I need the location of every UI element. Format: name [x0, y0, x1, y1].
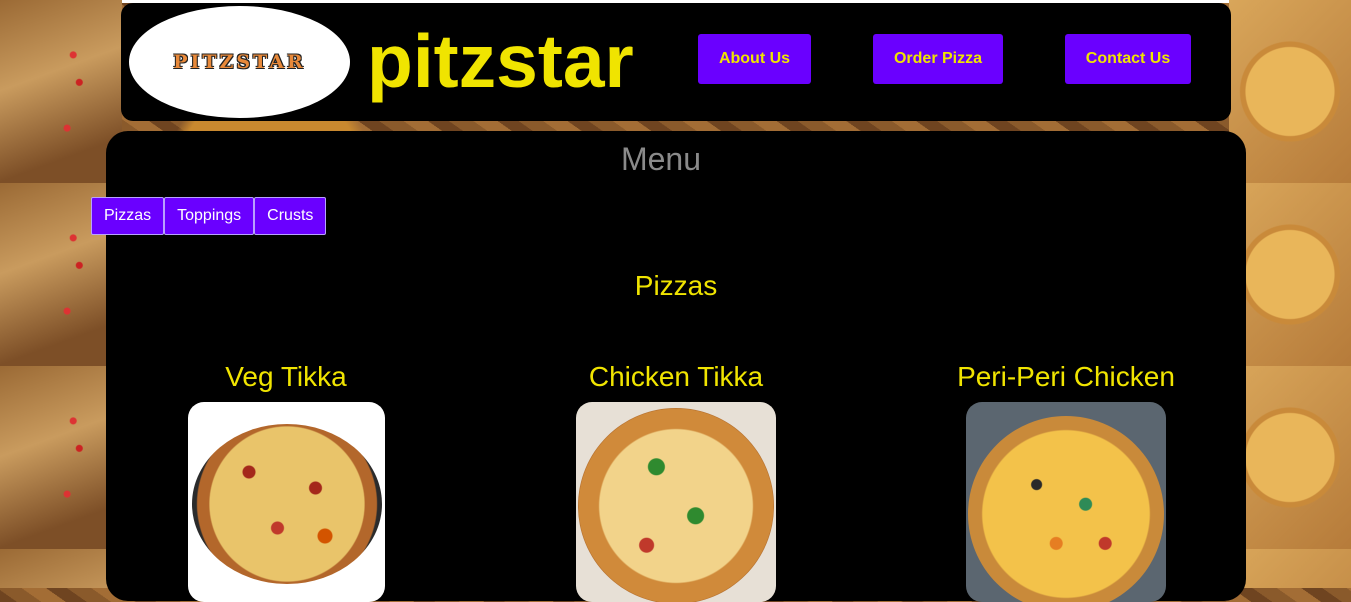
- order-pizza-button[interactable]: Order Pizza: [873, 34, 1003, 84]
- logo-text: PITZSTAR: [173, 51, 306, 73]
- site-title: pitzstar: [367, 19, 634, 103]
- pizza-name: Peri-Peri Chicken: [957, 361, 1175, 392]
- pizza-name: Chicken Tikka: [588, 361, 764, 392]
- site-header: PITZSTAR pitzstar About Us Order Pizza C…: [121, 3, 1231, 121]
- pizza-name: Veg Tikka: [225, 361, 347, 392]
- about-us-button[interactable]: About Us: [698, 34, 811, 84]
- chicken-tikka-image[interactable]: [576, 402, 776, 602]
- menu-title: Menu: [620, 141, 702, 177]
- section-title-pizzas: Pizzas: [634, 270, 718, 301]
- tab-crusts[interactable]: Crusts: [254, 197, 327, 235]
- background-left-pizza-tiles: [0, 0, 122, 588]
- logo[interactable]: PITZSTAR: [129, 6, 350, 118]
- tab-pizzas[interactable]: Pizzas: [91, 197, 165, 235]
- contact-us-button[interactable]: Contact Us: [1065, 34, 1191, 84]
- pizza-card-peri-peri-chicken[interactable]: Peri-Peri Chicken: [916, 360, 1216, 602]
- pizza-card-chicken-tikka[interactable]: Chicken Tikka: [526, 360, 826, 602]
- pizza-illustration: [578, 408, 774, 602]
- pizza-illustration: [191, 424, 382, 584]
- tab-toppings[interactable]: Toppings: [164, 197, 255, 235]
- pizza-illustration: [968, 416, 1164, 602]
- peri-peri-chicken-image[interactable]: [966, 402, 1166, 602]
- veg-tikka-image[interactable]: [187, 402, 385, 602]
- background-right-pizza-tiles: [1229, 0, 1351, 588]
- pizza-card-veg-tikka[interactable]: Veg Tikka: [136, 360, 436, 602]
- menu-tabs: Pizzas Toppings Crusts: [91, 197, 327, 235]
